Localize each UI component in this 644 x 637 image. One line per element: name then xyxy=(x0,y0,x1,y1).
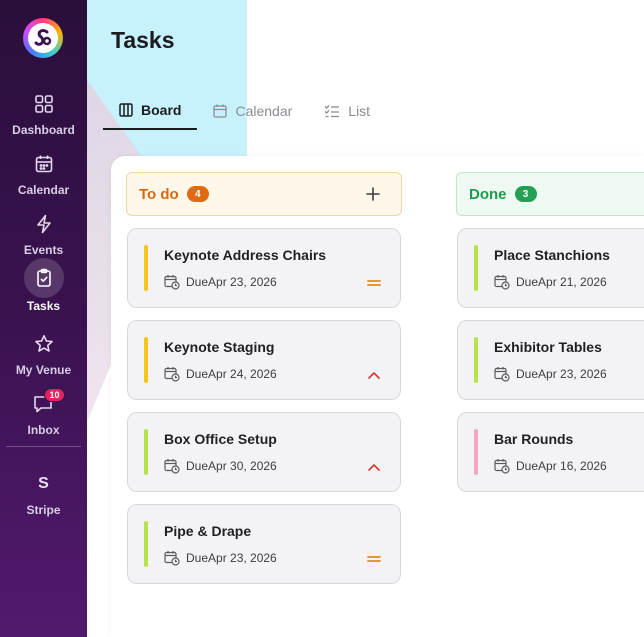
priority-color-bar xyxy=(144,245,148,291)
logo-icon xyxy=(34,29,52,46)
sidebar-item-label: My Venue xyxy=(15,363,72,377)
sidebar-item-label: Stripe xyxy=(26,503,61,517)
task-title: Keynote Address Chairs xyxy=(164,247,327,263)
column-title: Done xyxy=(469,185,507,203)
sidebar-item-label: Calendar xyxy=(17,183,70,197)
task-title: Bar Rounds xyxy=(494,431,574,447)
calendar-icon xyxy=(213,104,228,118)
task-card[interactable]: Bar Rounds DueApr 16, 2026 xyxy=(457,412,644,492)
calendar-clock-icon xyxy=(494,367,510,382)
bolt-icon xyxy=(24,206,64,242)
task-due-date: DueApr 30, 2026 xyxy=(164,458,277,474)
priority-color-bar xyxy=(144,429,148,475)
calendar-clock-icon xyxy=(164,275,180,290)
sidebar-item-dashboard[interactable]: Dashboard xyxy=(0,86,87,142)
task-title: Box Office Setup xyxy=(164,431,277,447)
tab-list[interactable]: List xyxy=(308,92,386,130)
task-title: Exhibitor Tables xyxy=(494,339,602,355)
sidebar: Dashboard Calendar Events Tasks My Venue… xyxy=(0,0,87,637)
task-due-date: DueApr 23, 2026 xyxy=(494,366,607,382)
priority-color-bar xyxy=(474,245,478,291)
due-date-text: DueApr 23, 2026 xyxy=(186,551,277,565)
sidebar-item-label: Dashboard xyxy=(12,123,75,137)
task-due-date: DueApr 21, 2026 xyxy=(494,274,607,290)
task-due-date: DueApr 16, 2026 xyxy=(494,458,607,474)
checklist-icon xyxy=(324,105,340,118)
sidebar-item-label: Inbox xyxy=(27,423,60,437)
column-header-done: Done 3 xyxy=(456,172,644,216)
due-date-text: DueApr 24, 2026 xyxy=(186,367,277,381)
task-card[interactable]: Keynote Staging DueApr 24, 2026 xyxy=(127,320,401,400)
calendar-clock-icon xyxy=(164,459,180,474)
sidebar-item-tasks[interactable]: Tasks xyxy=(0,258,87,316)
app-logo[interactable] xyxy=(23,18,63,58)
tab-board[interactable]: Board xyxy=(103,92,198,130)
clipboard-check-icon xyxy=(23,258,64,298)
column-count-badge: 4 xyxy=(186,186,209,202)
grid-icon xyxy=(24,86,64,122)
unread-count-badge: 10 xyxy=(44,388,65,402)
priority-color-bar xyxy=(144,337,148,383)
priority-medium-icon xyxy=(367,556,381,562)
task-title: Place Stanchions xyxy=(494,247,610,263)
task-due-date: DueApr 23, 2026 xyxy=(164,550,277,566)
page-title: Tasks xyxy=(111,27,175,53)
column-count-badge: 3 xyxy=(514,186,537,202)
task-title: Keynote Staging xyxy=(164,339,275,355)
task-card[interactable]: Box Office Setup DueApr 30, 2026 xyxy=(127,412,401,492)
calendar-clock-icon xyxy=(164,551,180,566)
star-icon xyxy=(24,326,64,362)
column-title: To do xyxy=(139,185,179,203)
task-card[interactable]: Place Stanchions DueApr 21, 2026 xyxy=(457,228,644,308)
sidebar-item-events[interactable]: Events xyxy=(0,206,87,262)
calendar-clock-icon xyxy=(494,459,510,474)
tab-label: List xyxy=(348,103,371,119)
board-icon xyxy=(119,103,133,117)
sidebar-item-calendar[interactable]: Calendar xyxy=(0,146,87,202)
tab-label: Calendar xyxy=(235,103,293,119)
add-task-button[interactable] xyxy=(363,184,383,204)
priority-medium-icon xyxy=(367,280,381,286)
task-due-date: DueApr 23, 2026 xyxy=(164,274,277,290)
stripe-icon: S xyxy=(24,466,64,502)
priority-color-bar xyxy=(144,521,148,567)
sidebar-item-label: Tasks xyxy=(26,299,61,313)
due-date-text: DueApr 23, 2026 xyxy=(516,367,607,381)
priority-color-bar xyxy=(474,429,478,475)
calendar-icon xyxy=(24,146,64,182)
tab-label: Board xyxy=(141,102,182,118)
task-card[interactable]: Exhibitor Tables DueApr 23, 2026 xyxy=(457,320,644,400)
priority-color-bar xyxy=(474,337,478,383)
calendar-clock-icon xyxy=(164,367,180,382)
column-header-todo: To do 4 xyxy=(126,172,402,216)
sidebar-item-inbox[interactable]: 10 Inbox xyxy=(0,386,87,442)
task-card[interactable]: Pipe & Drape DueApr 23, 2026 xyxy=(127,504,401,584)
due-date-text: DueApr 16, 2026 xyxy=(516,459,607,473)
stripe-letter: S xyxy=(38,475,49,492)
sidebar-divider xyxy=(6,446,81,447)
priority-high-icon xyxy=(368,372,380,379)
task-title: Pipe & Drape xyxy=(164,523,252,539)
task-card[interactable]: Keynote Address Chairs DueApr 23, 2026 xyxy=(127,228,401,308)
priority-high-icon xyxy=(368,464,380,471)
sidebar-item-label: Events xyxy=(23,243,64,257)
view-tabs: Board Calendar List xyxy=(103,92,386,132)
due-date-text: DueApr 30, 2026 xyxy=(186,459,277,473)
sidebar-item-my-venue[interactable]: My Venue xyxy=(0,326,87,382)
tab-calendar[interactable]: Calendar xyxy=(197,92,308,130)
calendar-clock-icon xyxy=(494,275,510,290)
due-date-text: DueApr 23, 2026 xyxy=(186,275,277,289)
sidebar-item-stripe[interactable]: S Stripe xyxy=(0,466,87,522)
task-due-date: DueApr 24, 2026 xyxy=(164,366,277,382)
message-icon: 10 xyxy=(24,386,65,422)
due-date-text: DueApr 21, 2026 xyxy=(516,275,607,289)
